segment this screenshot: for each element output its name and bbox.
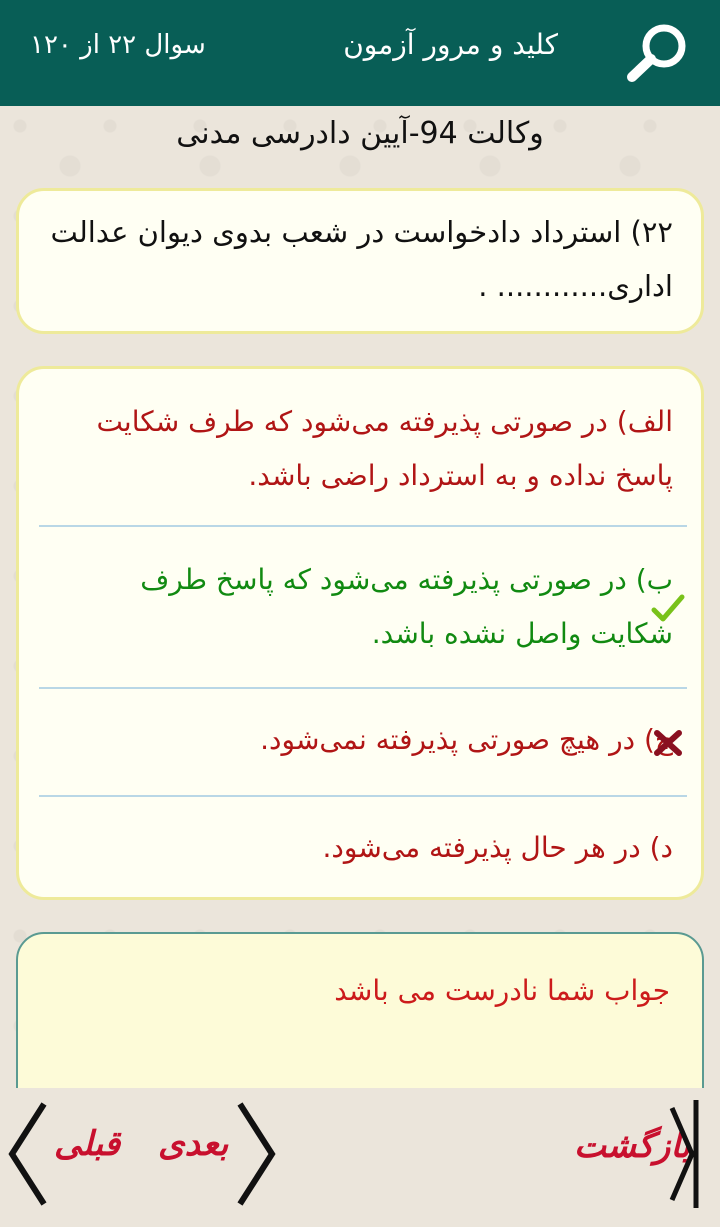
app-bar: کلید و مرور آزمون سوال ۲۲ از ۱۲۰ xyxy=(0,0,720,106)
search-button[interactable] xyxy=(624,22,692,84)
check-icon xyxy=(651,591,685,625)
prev-label: قبلی xyxy=(54,1124,121,1164)
options-card: الف) در صورتی پذیرفته می‌شود که طرف شکای… xyxy=(16,366,704,900)
cross-icon xyxy=(651,725,685,759)
back-bracket-icon xyxy=(669,1100,699,1208)
question-text: ۲۲) استرداد دادخواست در شعب بدوی دیوان ع… xyxy=(50,215,673,303)
prev-button[interactable]: قبلی xyxy=(6,1094,136,1214)
option-be[interactable]: ب) در صورتی پذیرفته می‌شود که پاسخ طرف ش… xyxy=(73,553,673,661)
bottom-nav-bar: بازگشت بعدی قبلی xyxy=(0,1088,720,1227)
next-label: بعدی xyxy=(158,1124,229,1164)
feedback-text: جواب شما نادرست می باشد xyxy=(334,974,670,1007)
chevron-left-icon xyxy=(8,1102,47,1206)
app-title: کلید و مرور آزمون xyxy=(343,28,558,61)
quiz-title: وکالت 94-آیین دادرسی مدنی xyxy=(176,116,544,151)
back-button[interactable]: بازگشت xyxy=(570,1094,710,1214)
question-card: ۲۲) استرداد دادخواست در شعب بدوی دیوان ع… xyxy=(16,188,704,334)
option-divider xyxy=(39,525,687,527)
option-dal[interactable]: د) در هر حال پذیرفته می‌شود. xyxy=(43,821,674,875)
option-divider xyxy=(39,687,687,689)
option-jim[interactable]: ج) در هیچ صورتی پذیرفته نمی‌شود. xyxy=(73,713,673,767)
next-button[interactable]: بعدی xyxy=(140,1094,280,1214)
option-divider xyxy=(39,795,687,797)
chevron-right-icon xyxy=(237,1102,276,1206)
question-counter: سوال ۲۲ از ۱۲۰ xyxy=(30,30,206,60)
search-icon xyxy=(627,24,686,82)
option-alef[interactable]: الف) در صورتی پذیرفته می‌شود که طرف شکای… xyxy=(43,395,673,503)
